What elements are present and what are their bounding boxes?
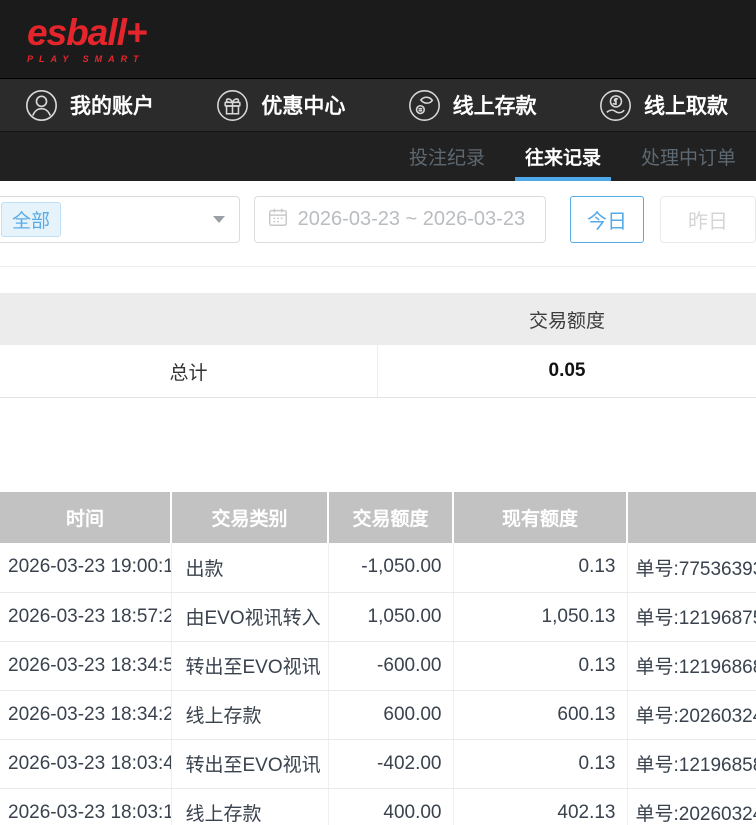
cell-time: 2026-03-23 18:34:56	[0, 641, 171, 690]
today-button[interactable]: 今日	[570, 196, 644, 243]
record-tabs: 投注纪录 往来记录 处理中订单	[0, 131, 756, 181]
brand-logo[interactable]: esball+ PLAY SMART	[27, 15, 147, 64]
cell-balance: 0.13	[453, 641, 627, 690]
col-header-balance: 现有额度	[453, 492, 627, 543]
table-row: 2026-03-23 18:57:22 由EVO视讯转入 1,050.00 1,…	[0, 592, 756, 641]
col-header-amount: 交易额度	[328, 492, 453, 543]
category-select[interactable]: 全部	[0, 196, 240, 243]
cell-order: 单号:775363938	[627, 543, 756, 592]
records-header-row: 时间 交易类别 交易额度 现有额度	[0, 492, 756, 543]
calendar-icon	[267, 206, 289, 233]
col-header-order	[627, 492, 756, 543]
cell-order: 单号:202603244	[627, 690, 756, 739]
yesterday-button[interactable]: 昨日	[660, 196, 756, 243]
deposit-icon	[408, 89, 441, 122]
withdraw-icon	[599, 89, 632, 122]
table-row: 2026-03-23 19:00:19 出款 -1,050.00 0.13 单号…	[0, 543, 756, 592]
cell-amount: -402.00	[328, 739, 453, 788]
summary-total-label: 总计	[0, 345, 378, 397]
col-header-time: 时间	[0, 492, 171, 543]
records-table-wrap: 时间 交易类别 交易额度 现有额度 2026-03-23 19:00:19 出款…	[0, 492, 756, 825]
cell-time: 2026-03-23 18:57:22	[0, 592, 171, 641]
cell-amount: -600.00	[328, 641, 453, 690]
cell-type: 转出至EVO视讯	[171, 739, 328, 788]
cell-type: 线上存款	[171, 690, 328, 739]
nav-item-my-account[interactable]: 我的账户	[25, 89, 154, 122]
cell-order: 单号:121968684	[627, 641, 756, 690]
table-row: 2026-03-23 18:03:41 转出至EVO视讯 -402.00 0.1…	[0, 739, 756, 788]
category-selected-chip[interactable]: 全部	[1, 202, 61, 237]
table-row: 2026-03-23 18:34:56 转出至EVO视讯 -600.00 0.1…	[0, 641, 756, 690]
table-row: 2026-03-23 18:34:21 线上存款 600.00 600.13 单…	[0, 690, 756, 739]
cell-order: 单号:121968753	[627, 592, 756, 641]
col-header-type: 交易类别	[171, 492, 328, 543]
nav-item-online-withdraw[interactable]: 线上取款	[599, 89, 728, 122]
cell-time: 2026-03-23 19:00:19	[0, 543, 171, 592]
summary-header-row: 交易额度	[0, 293, 756, 345]
cell-amount: 1,050.00	[328, 592, 453, 641]
cell-amount: 400.00	[328, 788, 453, 825]
nav-item-promo-center[interactable]: 优惠中心	[216, 89, 345, 122]
top-header: esball+ PLAY SMART	[0, 0, 756, 78]
nav-label: 线上存款	[453, 90, 537, 120]
cell-balance: 1,050.13	[453, 592, 627, 641]
cell-amount: 600.00	[328, 690, 453, 739]
tab-transaction-records[interactable]: 往来记录	[513, 132, 613, 181]
summary-total-row: 总计 0.05	[0, 345, 756, 398]
user-icon	[25, 89, 58, 122]
cell-type: 由EVO视讯转入	[171, 592, 328, 641]
cell-balance: 402.13	[453, 788, 627, 825]
cell-order: 单号:121968584	[627, 739, 756, 788]
date-range-input[interactable]: 2026-03-23 ~ 2026-03-23	[254, 196, 546, 243]
cell-order: 单号:202603244	[627, 788, 756, 825]
logo-text: esball+	[27, 15, 147, 51]
gift-icon	[216, 89, 249, 122]
summary-header-amount: 交易额度	[378, 293, 756, 345]
date-range-value: 2026-03-23 ~ 2026-03-23	[298, 208, 525, 231]
tab-bet-records[interactable]: 投注纪录	[397, 132, 497, 181]
chevron-down-icon	[213, 216, 225, 223]
cell-balance: 600.13	[453, 690, 627, 739]
cell-time: 2026-03-23 18:03:12	[0, 788, 171, 825]
tab-processing-orders[interactable]: 处理中订单	[629, 132, 748, 181]
nav-item-online-deposit[interactable]: 线上存款	[408, 89, 537, 122]
nav-label: 我的账户	[70, 90, 154, 120]
cell-type: 转出至EVO视讯	[171, 641, 328, 690]
main-nav: 我的账户 优惠中心 线上存款 线上取款	[0, 78, 756, 131]
nav-label: 优惠中心	[261, 90, 345, 120]
summary-header-empty	[0, 293, 378, 345]
summary-table: 交易额度 总计 0.05	[0, 293, 756, 398]
cell-amount: -1,050.00	[328, 543, 453, 592]
cell-type: 出款	[171, 543, 328, 592]
cell-balance: 0.13	[453, 543, 627, 592]
logo-tagline: PLAY SMART	[27, 54, 147, 64]
cell-time: 2026-03-23 18:34:21	[0, 690, 171, 739]
cell-balance: 0.13	[453, 739, 627, 788]
filter-bar: 全部 2026-03-23 ~ 2026-03-23 今日 昨日	[0, 181, 756, 267]
table-row: 2026-03-23 18:03:12 线上存款 400.00 402.13 单…	[0, 788, 756, 825]
cell-type: 线上存款	[171, 788, 328, 825]
summary-total-value: 0.05	[378, 345, 756, 397]
nav-label: 线上取款	[644, 90, 728, 120]
records-table: 时间 交易类别 交易额度 现有额度 2026-03-23 19:00:19 出款…	[0, 492, 756, 825]
cell-time: 2026-03-23 18:03:41	[0, 739, 171, 788]
